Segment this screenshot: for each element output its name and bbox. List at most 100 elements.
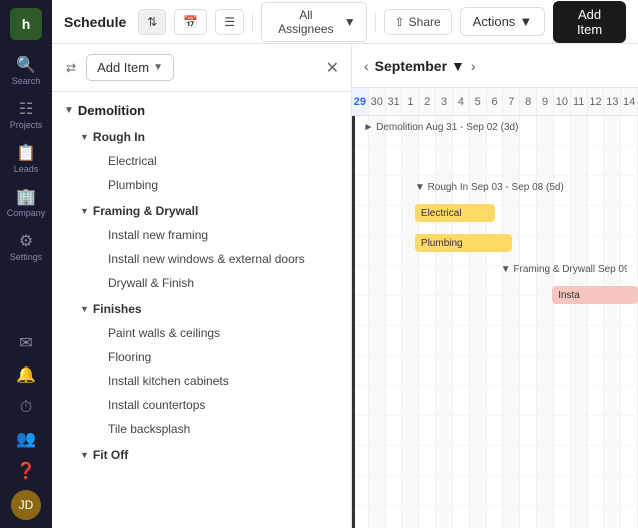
gantt-row-cell (402, 326, 419, 355)
gantt-row-cell (419, 326, 436, 355)
gantt-row-cell (520, 416, 537, 445)
app-logo: h (10, 8, 42, 40)
tree-leaf-plumbing[interactable]: Plumbing (52, 173, 351, 197)
tree-subgroup-header-finishes[interactable]: ▼ Finishes (52, 297, 351, 321)
gantt-row-cell (419, 146, 436, 175)
gantt-row-cell (571, 236, 588, 265)
gantt-row-cell (369, 326, 386, 355)
gantt-row-cell (621, 326, 638, 355)
gantt-row-cell (554, 296, 571, 325)
month-name: September (375, 58, 447, 74)
gantt-row-cell (386, 416, 403, 445)
chevron-icon: ▼ (80, 304, 89, 314)
tree-leaf-new-framing[interactable]: Install new framing (52, 223, 351, 247)
gantt-date-cell: 10 (554, 88, 571, 115)
sidebar-item-company[interactable]: 🏢 Company (4, 184, 48, 224)
calendar-view-button[interactable]: 📅 (174, 9, 207, 35)
gantt-row-cell (369, 506, 386, 528)
gantt-row-cell (436, 356, 453, 385)
tree-leaf-cabinets[interactable]: Install kitchen cabinets (52, 369, 351, 393)
tree-group-header-demolition[interactable]: ▼ Demolition (52, 98, 351, 123)
tree-leaf-countertops[interactable]: Install countertops (52, 393, 351, 417)
gantt-row-cell (470, 446, 487, 475)
gantt-row-cell (453, 386, 470, 415)
gantt-row-cell (537, 236, 554, 265)
sidebar-item-settings[interactable]: ⚙ Settings (4, 228, 48, 268)
gantt-row-cell (386, 176, 403, 205)
gantt-row-cell (453, 146, 470, 175)
sidebar-item-leads[interactable]: 📋 Leads (4, 140, 48, 180)
gantt-row-cell (520, 326, 537, 355)
tree-leaf-windows[interactable]: Install new windows & external doors (52, 247, 351, 271)
list-view-button[interactable]: ☰ (215, 9, 244, 35)
gantt-row-cell (554, 176, 571, 205)
add-item-button[interactable]: Add Item (553, 1, 626, 43)
sidebar-item-search[interactable]: 🔍 Search (4, 52, 48, 92)
tree-group-demolition: ▼ Demolition (52, 98, 351, 123)
gantt-row-cell (352, 476, 369, 505)
share-button[interactable]: ⇧ Share (384, 9, 452, 35)
gantt-row-cell (386, 476, 403, 505)
tree-leaf-flooring[interactable]: Flooring (52, 345, 351, 369)
gantt-row-cell (621, 506, 638, 528)
sidebar-item-help[interactable]: ❓ (4, 458, 48, 486)
gantt-row-cell (571, 206, 588, 235)
gantt-row-cell (352, 116, 369, 145)
gantt-row-cell (554, 206, 571, 235)
tree-leaf-tile[interactable]: Tile backsplash (52, 417, 351, 441)
sidebar-item-mail[interactable]: ✉ (4, 330, 48, 358)
gantt-row-cell (571, 356, 588, 385)
gantt-grid: 2930311234567891011121314 ► Demolition A… (352, 88, 638, 528)
gantt-date-cell: 9 (537, 88, 554, 115)
tree-subgroup-header-rough-in[interactable]: ▼ Rough In (52, 125, 351, 149)
gantt-row-cell (402, 236, 419, 265)
gantt-row-cell (386, 206, 403, 235)
gantt-row-cell (621, 266, 638, 295)
gantt-row-cell (369, 476, 386, 505)
gantt-date-cell: 4 (453, 88, 470, 115)
gantt-row-cell (352, 446, 369, 475)
gantt-row-cell (453, 266, 470, 295)
gantt-row-cell (419, 176, 436, 205)
sidebar-item-bell[interactable]: 🔔 (4, 362, 48, 390)
add-item-panel-button[interactable]: Add Item ▼ (86, 54, 174, 81)
tree-leaf-electrical[interactable]: Electrical (52, 149, 351, 173)
gantt-date-cell: 1 (402, 88, 419, 115)
gantt-row-cell (419, 236, 436, 265)
gantt-row-cell (386, 116, 403, 145)
search-icon: 🔍 (16, 58, 36, 74)
gantt-row (352, 296, 638, 326)
tree-subgroup-header-framing[interactable]: ▼ Framing & Drywall (52, 199, 351, 223)
gantt-row-cell (453, 206, 470, 235)
gantt-row (352, 326, 638, 356)
gantt-row-cell (402, 386, 419, 415)
tree-leaf-paint[interactable]: Paint walls & ceilings (52, 321, 351, 345)
gantt-row-cell (503, 206, 520, 235)
next-month-button[interactable]: › (471, 58, 476, 74)
month-label: September ▼ (375, 58, 465, 74)
gantt-row-cell (352, 236, 369, 265)
tree-subgroup-header-fit-off[interactable]: ▼ Fit Off (52, 443, 351, 467)
actions-button[interactable]: Actions ▼ (460, 7, 546, 36)
gantt-row-cell (453, 356, 470, 385)
gantt-header: ‹ September ▼ › (352, 44, 638, 88)
gantt-row-cell (554, 416, 571, 445)
gantt-row-cell (436, 266, 453, 295)
sort-view-button[interactable]: ⇅ (138, 9, 166, 35)
gantt-row-cell (537, 416, 554, 445)
tree-leaf-drywall[interactable]: Drywall & Finish (52, 271, 351, 295)
main-content: Schedule ⇅ 📅 ☰ All Assignees ▼ ⇧ Share A… (52, 0, 638, 528)
collapse-all-button[interactable]: ⇄ (64, 59, 78, 77)
sidebar-item-projects[interactable]: ☷ Projects (4, 96, 48, 136)
gantt-row-cell (554, 236, 571, 265)
avatar[interactable]: JD (11, 490, 41, 520)
assignee-filter-button[interactable]: All Assignees ▼ (261, 2, 367, 42)
gantt-date-cell: 30 (369, 88, 386, 115)
gantt-row-cell (503, 356, 520, 385)
projects-icon: ☷ (19, 102, 33, 118)
prev-month-button[interactable]: ‹ (364, 58, 369, 74)
sidebar-item-clock[interactable]: ⏱ (4, 394, 48, 422)
gantt-row-cell (352, 296, 369, 325)
close-panel-button[interactable]: ✕ (326, 58, 339, 78)
sidebar-item-person[interactable]: 👥 (4, 426, 48, 454)
